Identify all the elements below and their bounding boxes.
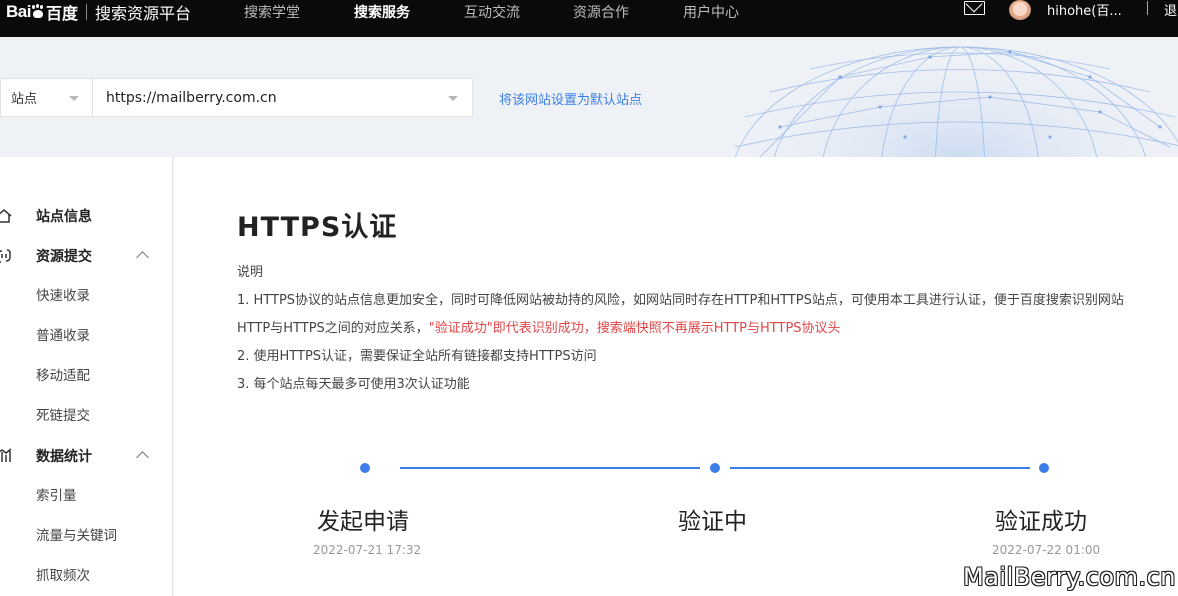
step-dot-apply	[360, 463, 370, 473]
site-banner: 站点 https://mailberry.com.cn 将该网站设置为默认站点	[0, 37, 1178, 157]
sidebar-item-data-stats[interactable]: 数据统计	[0, 436, 172, 476]
desc-line-2: HTTP与HTTPS之间的对应关系，"验证成功"即代表识别成功，搜索端快照不再展…	[237, 317, 841, 336]
platform-name: 搜索资源平台	[94, 3, 191, 23]
main-content: HTTPS认证 说明 1. HTTPS协议的站点信息更加安全，同时可降低网站被劫…	[174, 157, 1178, 596]
chevron-up-icon[interactable]	[136, 251, 149, 264]
desc-line-1: 1. HTTPS协议的站点信息更加安全，同时可降低网站被劫持的风险，如网站同时存…	[237, 293, 1124, 308]
desc-line-4: 3. 每个站点每天最多可使用3次认证功能	[237, 377, 470, 392]
sidebar-item-mobile-adapt[interactable]: 移动适配	[0, 354, 172, 394]
bar-chart-icon	[0, 448, 12, 462]
nav-search-service[interactable]: 搜索服务	[354, 0, 410, 23]
header-divider	[1147, 1, 1148, 15]
step-dot-verifying	[710, 463, 720, 473]
sidebar-item-site-info[interactable]: 站点信息	[0, 196, 172, 236]
step-connector	[400, 467, 700, 469]
home-icon	[0, 209, 12, 223]
set-default-site-link[interactable]: 将该网站设置为默认站点	[499, 89, 642, 108]
step-time-success: 2022-07-22 01:00	[992, 543, 1101, 557]
desc-heading: 说明	[237, 265, 264, 280]
top-navbar: Bai 百度 搜索资源平台 搜索学堂 搜索服务 互动交流 资源合作 用户中心 h…	[0, 0, 1178, 37]
page-title: HTTPS认证	[237, 212, 398, 243]
nav-resource-cooperation[interactable]: 资源合作	[573, 0, 629, 23]
link-icon	[0, 249, 11, 263]
sidebar-item-label: 站点信息	[36, 209, 92, 225]
sidebar-item-label: 资源提交	[36, 249, 92, 265]
avatar[interactable]	[1009, 0, 1031, 20]
step-label-success: 验证成功	[995, 509, 1087, 535]
step-label-apply: 发起申请	[317, 509, 409, 535]
sidebar-item-label: 数据统计	[36, 449, 92, 465]
logout-link[interactable]: 退	[1164, 0, 1177, 19]
sidebar-item-traffic-keywords[interactable]: 流量与关键词	[0, 514, 172, 554]
step-connector	[730, 467, 1030, 469]
sidebar-item-fast-index[interactable]: 快速收录	[0, 274, 172, 314]
baidu-logo[interactable]: Bai 百度 搜索资源平台	[6, 0, 191, 23]
step-dot-success	[1039, 463, 1049, 473]
chevron-up-icon[interactable]	[136, 451, 149, 464]
sidebar-item-dead-link[interactable]: 死链提交	[0, 394, 172, 434]
step-time-apply: 2022-07-21 17:32	[313, 543, 422, 557]
desc-line-2-highlight: "验证成功"即代表识别成功，搜索端快照不再展示HTTP与HTTPS协议头	[428, 321, 841, 336]
logo-divider	[85, 3, 87, 20]
logo-text-du: 百度	[45, 3, 78, 23]
sidebar-item-resource-submit[interactable]: 资源提交	[0, 236, 172, 276]
site-url-select[interactable]: https://mailberry.com.cn	[92, 78, 473, 117]
chevron-down-icon	[69, 96, 79, 101]
mail-icon[interactable]	[964, 1, 985, 15]
username[interactable]: hihohe(百...	[1047, 0, 1122, 19]
logo-text: Bai	[6, 1, 31, 21]
sidebar-item-normal-index[interactable]: 普通收录	[0, 314, 172, 354]
site-url-value: https://mailberry.com.cn	[106, 89, 277, 106]
paw-icon	[31, 5, 45, 18]
desc-line-2-text: HTTP与HTTPS之间的对应关系，	[237, 321, 429, 336]
sidebar-item-index-volume[interactable]: 索引量	[0, 474, 172, 514]
step-label-verifying: 验证中	[678, 509, 747, 535]
site-type-select[interactable]: 站点	[0, 78, 92, 117]
nav-search-academy[interactable]: 搜索学堂	[244, 0, 300, 23]
sidebar: 站点信息 资源提交 快速收录 普通收录 移动适配 死链提交 数据统计 索引量 流…	[0, 157, 173, 596]
nav-user-center[interactable]: 用户中心	[683, 0, 739, 23]
chevron-down-icon	[448, 96, 458, 101]
sidebar-item-crawl-frequency[interactable]: 抓取频次	[0, 554, 172, 594]
desc-line-3: 2. 使用HTTPS认证，需要保证全站所有链接都支持HTTPS访问	[237, 349, 597, 364]
nav-interaction[interactable]: 互动交流	[464, 0, 520, 23]
site-type-label: 站点	[11, 92, 38, 107]
watermark: MailBerry.com.cn	[963, 563, 1176, 591]
